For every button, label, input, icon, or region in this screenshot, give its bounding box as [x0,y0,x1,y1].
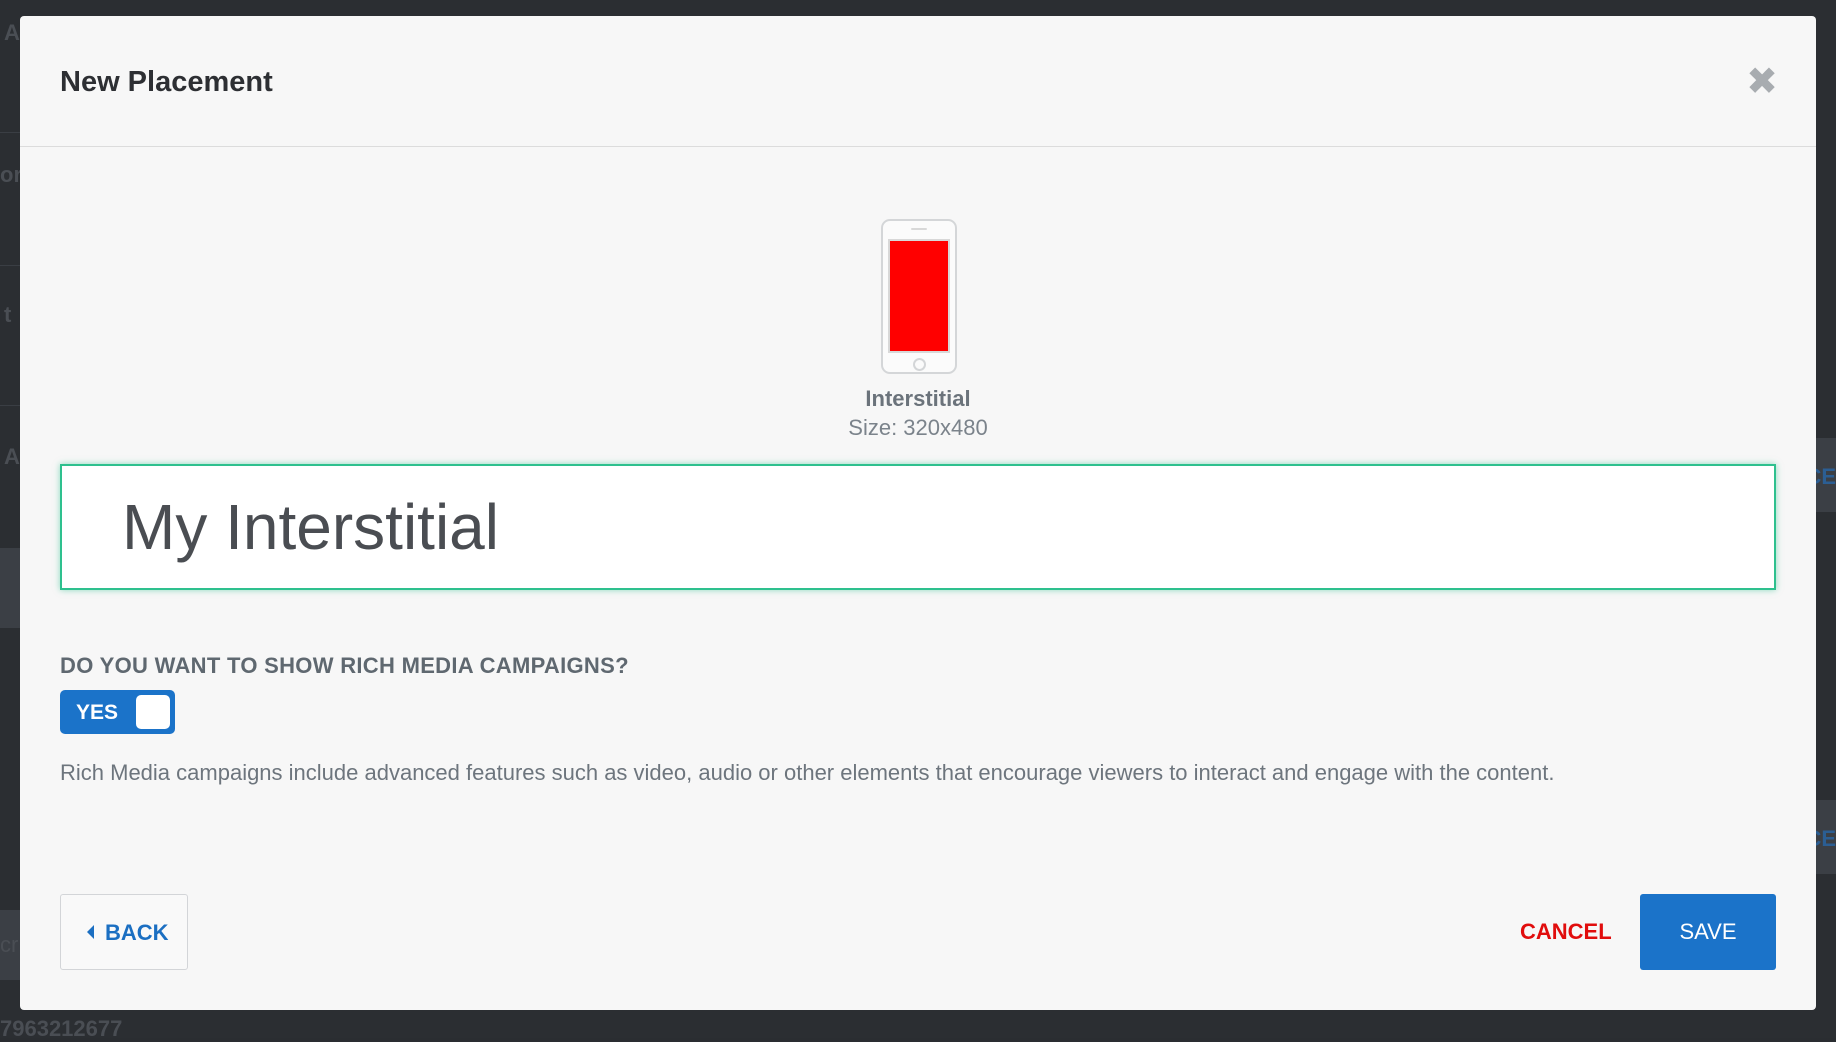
background-text: cr [0,932,19,957]
placement-preview [888,239,950,353]
background-divider [0,405,22,406]
save-label: SAVE [1679,919,1737,944]
back-button[interactable]: BACK [60,894,188,970]
toggle-knob [136,695,170,729]
rich-media-question: DO YOU WANT TO SHOW RICH MEDIA CAMPAIGNS… [60,653,629,678]
rich-media-toggle[interactable]: YES [60,690,175,734]
close-icon[interactable]: ✖ [1744,63,1780,101]
background-text: t [4,302,12,327]
toggle-label: YES [76,701,119,724]
background-panel [0,548,20,628]
new-placement-modal: New Placement ✖ Interstitial Size: 320x4… [20,16,1816,1010]
modal-header: New Placement ✖ [20,16,1816,147]
background-divider [0,132,22,133]
phone-home-button [913,358,926,371]
placement-name-input[interactable] [60,464,1776,590]
background-text: 7963212677 [0,1016,123,1041]
caret-left-icon [87,925,94,939]
background-divider [0,265,22,266]
background-text: A [4,444,20,469]
placement-size: Size: 320x480 [848,415,988,440]
placement-type-name: Interstitial [865,386,971,411]
back-label: BACK [105,920,169,945]
cancel-button[interactable]: CANCEL [1520,919,1612,945]
rich-media-description: Rich Media campaigns include advanced fe… [60,760,1555,785]
phone-speaker [911,228,927,230]
save-button[interactable]: SAVE [1640,894,1776,970]
background-text: or [0,162,22,187]
phone-icon [881,219,957,374]
background-text: A [4,20,20,45]
modal-title: New Placement [60,66,273,98]
